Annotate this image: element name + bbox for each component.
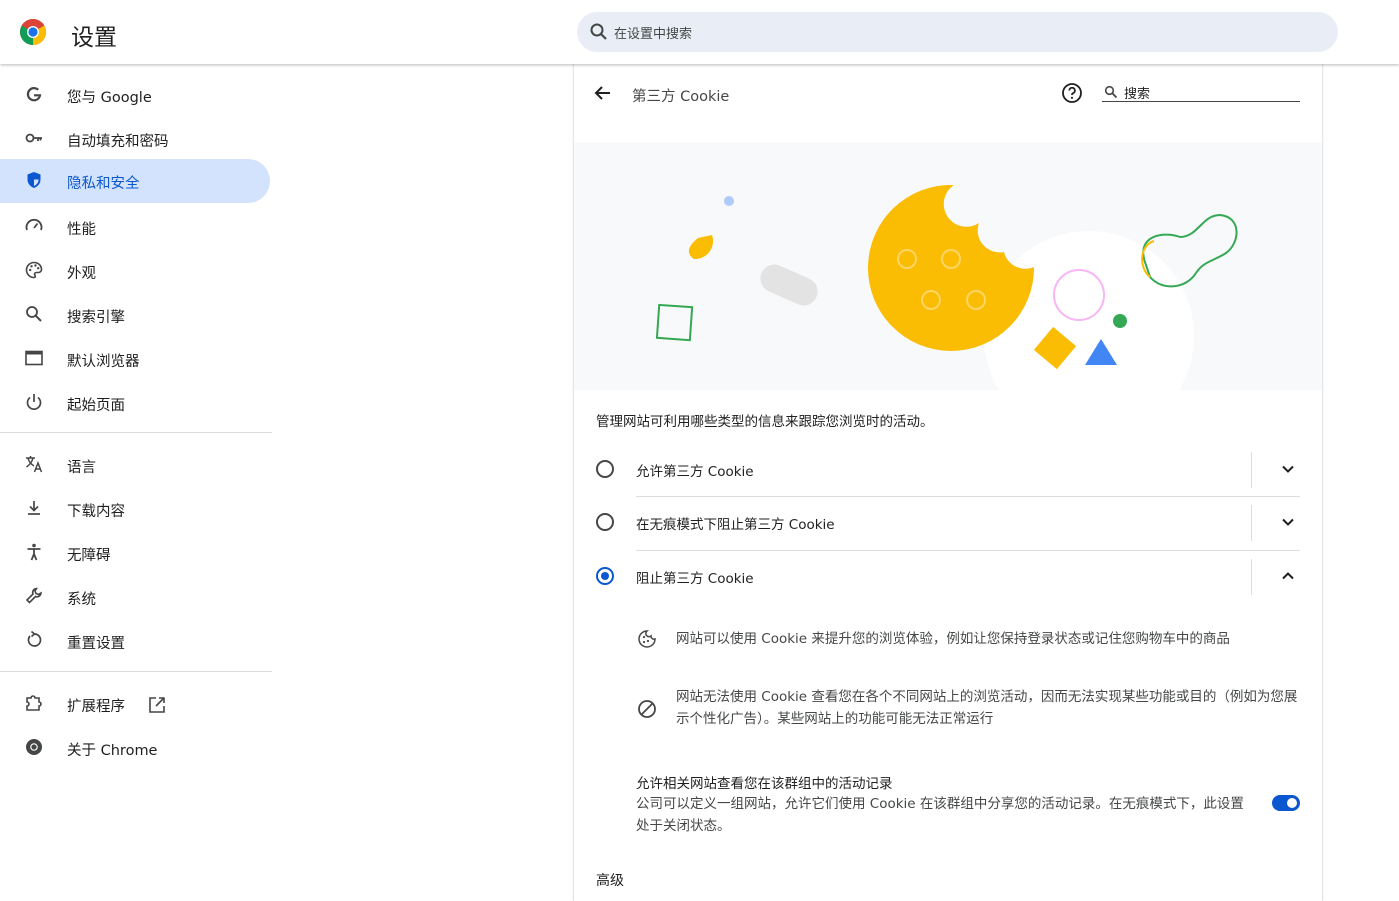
open-in-new-icon [149,697,165,713]
sidebar-item-reset[interactable]: 重置设置 [0,619,270,663]
sidebar-item-appearance[interactable]: 外观 [0,249,270,293]
speedometer-icon [25,218,43,231]
settings-header: 设置 在设置中搜索 [0,0,1399,64]
sidebar-divider [0,432,272,433]
google-g-icon [26,86,42,102]
sidebar-item-label: 起始页面 [67,398,125,414]
sidebar-item-label: 搜索引擎 [67,310,125,326]
sidebar-item-autofill[interactable]: 自动填充和密码 [0,117,270,161]
sidebar-item-label: 语言 [67,460,96,476]
detail-cross-site-blocked: 网站无法使用 Cookie 查看您在各个不同网站上的浏览活动，因而无法实现某些功… [636,686,1300,732]
search-icon [26,306,42,322]
related-sites-toggle[interactable] [1272,795,1300,811]
sidebar-item-label: 隐私和安全 [67,176,140,192]
shield-icon [27,172,41,188]
sidebar-item-label: 关于 Chrome [67,743,158,759]
cookie-icon [638,630,656,648]
back-arrow-icon[interactable] [592,82,614,104]
option-label: 允许第三方 Cookie [636,464,754,480]
option-label: 阻止第三方 Cookie [636,571,754,587]
option-block-in-incognito[interactable]: 在无痕模式下阻止第三方 Cookie [596,496,1300,549]
sidebar-item-search-engine[interactable]: 搜索引擎 [0,293,270,337]
subpage-title: 第三方 Cookie [632,89,730,105]
search-placeholder: 搜索 [1124,87,1151,102]
sidebar-divider [0,671,272,672]
accessibility-icon [27,543,41,561]
sidebar-item-label: 系统 [67,592,96,608]
download-icon [28,501,40,515]
cookie-illustration [574,143,1322,390]
sidebar-item-privacy[interactable]: 隐私和安全 [0,159,270,203]
sidebar-item-accessibility[interactable]: 无障碍 [0,531,270,575]
cookie-illustration-graphic [655,184,1238,390]
radio-button[interactable] [596,513,614,531]
sidebar-item-downloads[interactable]: 下载内容 [0,487,270,531]
related-sites-description: 公司可以定义一组网站，允许它们使用 Cookie 在该群组中分享您的活动记录。在… [636,796,1244,834]
separator [1251,559,1252,595]
sidebar-item-languages[interactable]: 语言 [0,443,270,487]
sidebar-item-system[interactable]: 系统 [0,575,270,619]
chrome-logo-icon [20,19,46,45]
chevron-up-icon[interactable] [1279,567,1297,585]
sidebar-item-label: 下载内容 [67,504,125,520]
sidebar-item-you-and-google[interactable]: 您与 Google [0,73,270,117]
chrome-icon [26,739,42,755]
sidebar-item-label: 重置设置 [67,636,125,652]
wrench-icon [25,587,42,604]
separator [1251,452,1252,488]
detail-text: 网站无法使用 Cookie 查看您在各个不同网站上的浏览活动，因而无法实现某些功… [676,689,1298,727]
browser-window-icon [25,350,43,366]
reset-icon [27,630,42,647]
search-icon [1104,85,1118,99]
sidebar-item-label: 默认浏览器 [67,354,140,370]
translate-icon [26,456,43,473]
sidebar-item-label: 无障碍 [67,548,111,564]
chevron-down-icon[interactable] [1279,460,1297,478]
palette-icon [25,261,43,279]
option-label: 在无痕模式下阻止第三方 Cookie [636,517,835,533]
subpage-search-input[interactable]: 搜索 [1102,80,1300,102]
detail-text: 网站可以使用 Cookie 来提升您的浏览体验，例如让您保持登录状态或记住您购物… [676,631,1230,647]
cookie-description: 管理网站可利用哪些类型的信息来跟踪您浏览时的活动。 [596,414,934,430]
sidebar-item-label: 扩展程序 [67,699,125,715]
sidebar-item-label: 您与 Google [67,90,152,106]
sidebar-item-extensions[interactable]: 扩展程序 [0,682,270,726]
block-icon [638,700,656,718]
radio-button[interactable] [596,460,614,478]
third-party-cookies-card: 第三方 Cookie 搜索 管理网站可利用哪些类型的信息来跟踪您浏览时的活动。 … [574,64,1322,901]
sidebar-item-label: 外观 [67,266,96,282]
chevron-down-icon[interactable] [1279,513,1297,531]
separator [1251,505,1252,541]
option-block-third-party-cookies[interactable]: 阻止第三方 Cookie [596,550,1300,603]
power-icon [26,394,42,410]
advanced-section-label: 高级 [596,873,624,889]
page-title: 设置 [71,25,117,51]
puzzle-icon [26,695,42,711]
search-icon [590,23,607,40]
settings-search-input[interactable]: 在设置中搜索 [577,12,1338,52]
toggle-knob [1287,798,1297,808]
search-placeholder: 在设置中搜索 [614,27,693,42]
related-sites-title: 允许相关网站查看您在该群组中的活动记录 [636,776,893,792]
sidebar-item-performance[interactable]: 性能 [0,205,270,249]
detail-cookie-usage: 网站可以使用 Cookie 来提升您的浏览体验，例如让您保持登录状态或记住您购物… [636,627,1300,651]
sidebar-item-label: 自动填充和密码 [67,134,169,150]
sidebar-item-label: 性能 [67,222,96,238]
radio-button-selected[interactable] [596,567,614,585]
settings-sidebar: 您与 Google 自动填充和密码 隐私和安全 性能 外观 搜索引擎 默认浏览器… [0,64,272,901]
key-icon [25,133,42,143]
sidebar-item-about-chrome[interactable]: 关于 Chrome [0,726,270,770]
sidebar-item-default-browser[interactable]: 默认浏览器 [0,337,270,381]
help-icon[interactable] [1061,82,1083,104]
sidebar-item-on-startup[interactable]: 起始页面 [0,381,270,425]
option-allow-third-party-cookies[interactable]: 允许第三方 Cookie [596,443,1300,496]
